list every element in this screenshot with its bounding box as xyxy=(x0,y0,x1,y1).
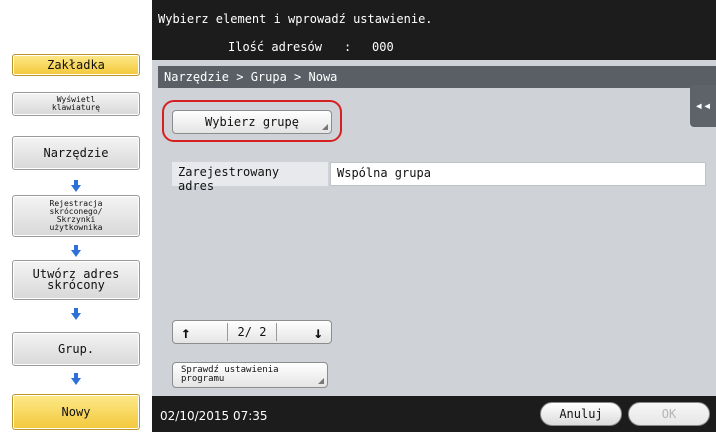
ok-label: OK xyxy=(661,407,677,421)
address-count-label: Ilość adresów xyxy=(228,40,322,54)
page-indicator: 2/ 2 xyxy=(226,323,278,341)
check-settings-label: Sprawdź ustawienia programu xyxy=(181,365,279,384)
tab-button[interactable]: Zakładka xyxy=(12,54,140,76)
ok-button[interactable]: OK xyxy=(628,402,710,426)
check-program-settings-button[interactable]: Sprawdź ustawienia programu xyxy=(172,362,328,388)
address-count-value: 000 xyxy=(372,40,394,54)
corner-marker-icon xyxy=(322,124,328,130)
step-tool-label: Narzędzie xyxy=(43,145,109,160)
corner-marker-icon xyxy=(318,378,324,384)
address-count-separator: : xyxy=(344,40,352,54)
step-new-active[interactable]: Nowy xyxy=(12,394,140,430)
collapse-panel-icon[interactable]: ◂◂ xyxy=(690,85,716,127)
step-arrow-icon xyxy=(71,308,81,320)
top-message-bar: Wybierz element i wprowadź ustawienie. I… xyxy=(152,0,716,60)
registered-address-label: Zarejestrowany adres xyxy=(172,162,328,193)
step-group-label: Grup. xyxy=(57,341,95,356)
datetime: 02/10/2015 07:35 xyxy=(160,409,268,423)
step-create-address-label: Utwórz adres skrócony xyxy=(32,267,120,292)
step-arrow-icon xyxy=(71,180,81,192)
cancel-button[interactable]: Anuluj xyxy=(540,402,622,426)
instruction-text: Wybierz element i wprowadź ustawienie. xyxy=(158,12,433,26)
breadcrumb: Narzędzie > Grupa > Nowa xyxy=(158,66,716,88)
step-group[interactable]: Grup. xyxy=(12,332,140,366)
pager: ↑ 2/ 2 ↓ xyxy=(172,320,332,344)
step-tool[interactable]: Narzędzie xyxy=(12,136,140,170)
collapse-glyph: ◂◂ xyxy=(694,98,712,114)
page-down-icon[interactable]: ↓ xyxy=(313,323,323,342)
page-up-icon[interactable]: ↑ xyxy=(181,323,191,342)
step-create-address[interactable]: Utwórz adres skrócony xyxy=(12,260,140,300)
step-arrow-icon xyxy=(71,245,81,257)
tab-label: Zakładka xyxy=(47,57,105,72)
select-group-button[interactable]: Wybierz grupę xyxy=(172,110,332,134)
cancel-label: Anuluj xyxy=(559,407,603,421)
bottom-status-bar: 02/10/2015 07:35 Anuluj OK xyxy=(152,396,716,432)
step-arrow-icon xyxy=(71,373,81,385)
registered-address-value: Wspólna grupa xyxy=(330,162,706,186)
left-step-column: Zakładka Wyświetl klawiaturę Narzędzie R… xyxy=(0,0,152,432)
show-keyboard-label: Wyświetl klawiaturę xyxy=(51,95,101,112)
select-group-label: Wybierz grupę xyxy=(205,115,299,129)
step-registration[interactable]: Rejestracja skróconego/ Skrzynki użytkow… xyxy=(12,195,140,237)
show-keyboard-button[interactable]: Wyświetl klawiaturę xyxy=(12,92,140,116)
step-new-label: Nowy xyxy=(61,404,91,419)
step-registration-label: Rejestracja skróconego/ Skrzynki użytkow… xyxy=(49,199,103,232)
